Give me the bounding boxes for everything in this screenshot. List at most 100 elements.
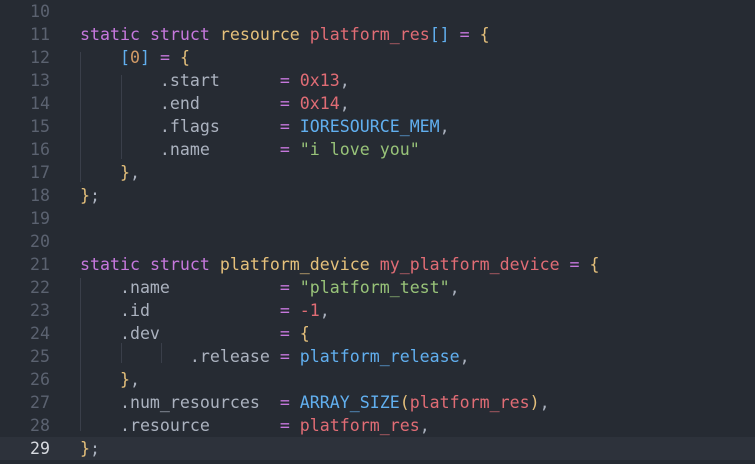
code-token: platform_device [219, 255, 380, 274]
line-number[interactable]: 22 [0, 276, 50, 299]
code-token: platform_res [309, 25, 430, 44]
line-number[interactable]: 13 [0, 69, 50, 92]
code-line[interactable]: 10 [0, 0, 755, 23]
code-text[interactable]: }, [80, 161, 140, 184]
code-token: = [279, 416, 300, 435]
code-line[interactable]: 30 [0, 460, 755, 464]
code-line[interactable]: 26 }, [0, 368, 755, 391]
line-number[interactable]: 14 [0, 92, 50, 115]
code-line[interactable]: 24 .dev = { [0, 322, 755, 345]
line-number[interactable]: 26 [0, 368, 50, 391]
line-number[interactable]: 27 [0, 391, 50, 414]
line-number[interactable]: 21 [0, 253, 50, 276]
code-token: .dev [80, 324, 280, 343]
code-text[interactable]: }; [80, 437, 100, 460]
code-line[interactable]: 12 [0] = { [0, 46, 755, 69]
code-line[interactable]: 18}; [0, 184, 755, 207]
line-number[interactable]: 29 [0, 437, 50, 460]
code-token: , [129, 370, 140, 389]
code-editor[interactable]: 10 11 static struct resource platform_res[… [0, 0, 755, 464]
line-number[interactable]: 12 [0, 46, 50, 69]
code-line[interactable]: 17 }, [0, 161, 755, 184]
line-number[interactable]: 28 [0, 414, 50, 437]
code-token: ] [139, 48, 150, 67]
line-number[interactable]: 25 [0, 345, 50, 368]
code-token: = [279, 301, 300, 320]
code-line[interactable]: 25 .release = platform_release, [0, 345, 755, 368]
line-number[interactable]: 10 [0, 0, 50, 23]
code-text[interactable]: static struct resource platform_res[] = … [80, 23, 490, 46]
code-text[interactable]: }, [80, 368, 140, 391]
line-number[interactable]: 11 [0, 23, 50, 46]
line-number[interactable]: 20 [0, 230, 50, 253]
code-token: platform_res [409, 393, 530, 412]
code-text[interactable]: [0] = { [80, 46, 190, 69]
code-line[interactable]: 29}; [0, 437, 755, 460]
code-line[interactable]: 20 [0, 230, 755, 253]
code-token: = [279, 393, 300, 412]
code-token: , [319, 301, 330, 320]
code-token: .resource [80, 416, 280, 435]
line-number[interactable]: 30 [0, 460, 50, 464]
line-number[interactable]: 23 [0, 299, 50, 322]
code-text[interactable]: .resource = platform_res, [80, 414, 430, 437]
code-token: , [339, 71, 350, 90]
code-line[interactable]: 19 [0, 207, 755, 230]
code-token: 0 [129, 48, 140, 67]
line-number[interactable]: 19 [0, 207, 50, 230]
code-line[interactable]: 14 .end = 0x14, [0, 92, 755, 115]
code-line[interactable]: 22 .name = "platform_test", [0, 276, 755, 299]
code-text[interactable]: .name = "i love you" [80, 138, 420, 161]
code-text[interactable]: .flags = IORESOURCE_MEM, [80, 115, 450, 138]
code-token: , [419, 416, 430, 435]
line-number[interactable]: 17 [0, 161, 50, 184]
code-token: .id [80, 301, 280, 320]
code-token: ARRAY_SIZE [299, 393, 400, 412]
code-text[interactable]: }; [80, 184, 100, 207]
code-line[interactable]: 27 .num_resources = ARRAY_SIZE(platform_… [0, 391, 755, 414]
code-line[interactable]: 11 static struct resource platform_res[] … [0, 23, 755, 46]
code-text[interactable]: static struct platform_device my_platfor… [80, 253, 600, 276]
code-token: = [449, 25, 480, 44]
code-token: { [479, 25, 490, 44]
code-text[interactable]: .name = "platform_test", [80, 276, 460, 299]
code-token: , [449, 278, 460, 297]
code-token: } [119, 370, 130, 389]
code-line[interactable]: 23 .id = -1, [0, 299, 755, 322]
code-text[interactable]: .dev = { [80, 322, 310, 345]
code-token: { [179, 48, 190, 67]
line-number[interactable]: 15 [0, 115, 50, 138]
code-token: platform_release [299, 347, 460, 366]
code-token: , [129, 163, 140, 182]
line-number[interactable]: 18 [0, 184, 50, 207]
code-line[interactable]: 15 .flags = IORESOURCE_MEM, [0, 115, 755, 138]
line-number[interactable]: 24 [0, 322, 50, 345]
code-text[interactable]: .release = platform_release, [80, 345, 470, 368]
code-token: .end [80, 94, 280, 113]
code-text[interactable]: .id = -1, [80, 299, 330, 322]
code-line[interactable]: 13 .start = 0x13, [0, 69, 755, 92]
code-token: ) [529, 393, 540, 412]
code-token: = [279, 117, 300, 136]
line-number[interactable]: 16 [0, 138, 50, 161]
code-token: -1 [299, 301, 320, 320]
code-token: platform_res [299, 416, 420, 435]
code-token: = [279, 71, 300, 90]
code-text[interactable]: .start = 0x13, [80, 69, 350, 92]
code-token: , [339, 94, 350, 113]
code-token: .name [80, 278, 280, 297]
code-token: = [279, 140, 300, 159]
code-token: ( [399, 393, 410, 412]
code-token: struct [149, 255, 220, 274]
code-token: "i love you" [299, 140, 420, 159]
code-line[interactable]: 28 .resource = platform_res, [0, 414, 755, 437]
code-token: , [539, 393, 550, 412]
code-text[interactable]: .end = 0x14, [80, 92, 350, 115]
code-token: } [80, 439, 90, 458]
code-token: .flags [80, 117, 280, 136]
code-text[interactable]: .num_resources = ARRAY_SIZE(platform_res… [80, 391, 550, 414]
code-line[interactable]: 21 static struct platform_device my_platf… [0, 253, 755, 276]
code-line[interactable]: 16 .name = "i love you" [0, 138, 755, 161]
